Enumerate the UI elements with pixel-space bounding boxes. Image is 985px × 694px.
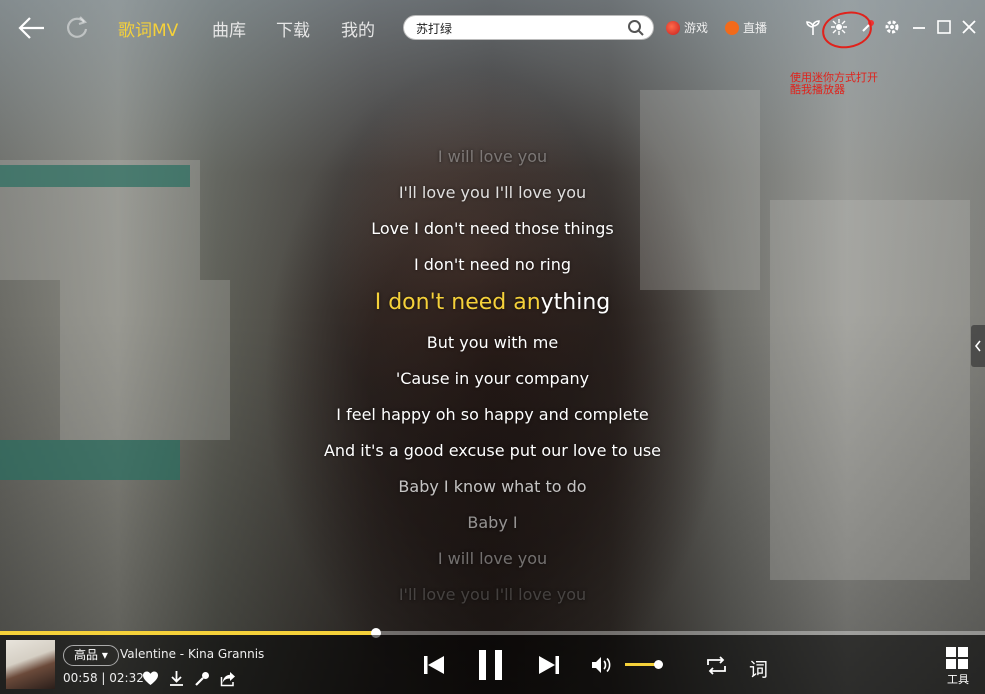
share-icon[interactable] xyxy=(220,670,237,687)
game-icon xyxy=(666,20,680,35)
tools-button[interactable]: 工具 xyxy=(946,647,970,687)
live-icon xyxy=(725,20,739,35)
side-panel-toggle[interactable] xyxy=(971,325,985,367)
tools-grid-icon xyxy=(946,647,968,669)
maximize-icon[interactable] xyxy=(935,18,953,36)
next-track-icon[interactable] xyxy=(538,654,560,676)
lyric-line: But you with me xyxy=(426,333,559,352)
live-label: 直播 xyxy=(743,21,768,35)
repeat-mode-icon[interactable] xyxy=(705,656,728,675)
player-bar: 高品 ▾ Valentine - Kina Grannis 00:58 | 02… xyxy=(0,635,985,694)
lyric-line: And it's a good excuse put our love to u… xyxy=(323,441,662,460)
tab-library[interactable]: 曲库 xyxy=(212,16,246,41)
lyric-unsung-part: ything xyxy=(540,290,611,315)
sprout-icon[interactable] xyxy=(804,18,822,36)
lyric-sung-part: I don't need an xyxy=(374,290,541,315)
lyric-line: Love I don't need those things xyxy=(371,219,614,238)
pause-icon[interactable] xyxy=(477,649,505,681)
minimize-icon[interactable] xyxy=(910,18,928,36)
volume-slider[interactable] xyxy=(625,660,664,669)
lyrics-toggle-button[interactable]: 词 xyxy=(749,655,768,682)
elapsed-time: 00:58 xyxy=(63,671,98,685)
time-display: 00:58 | 02:32 xyxy=(63,671,144,685)
volume-icon[interactable] xyxy=(591,656,615,674)
volume-fill xyxy=(625,663,659,666)
back-arrow-icon[interactable] xyxy=(16,14,46,42)
search-input[interactable] xyxy=(416,19,616,37)
quality-dropdown[interactable]: 高品 ▾ xyxy=(63,645,119,666)
tab-lyrics-mv[interactable]: 歌词MV xyxy=(118,16,178,41)
lyric-line: I'll love you I'll love you xyxy=(398,183,587,202)
download-icon[interactable] xyxy=(168,670,185,687)
chevron-left-icon xyxy=(974,340,981,352)
total-time: 02:32 xyxy=(109,671,144,685)
tab-mine[interactable]: 我的 xyxy=(341,16,375,41)
album-cover[interactable] xyxy=(6,640,55,689)
volume-knob[interactable] xyxy=(654,660,664,669)
lyric-current-line: I don't need anything xyxy=(0,290,985,315)
settings-gear-icon[interactable] xyxy=(883,18,901,36)
refresh-icon[interactable] xyxy=(64,14,90,40)
lyric-line: I'll love you I'll love you xyxy=(398,585,587,604)
close-icon[interactable] xyxy=(960,18,978,36)
lyric-line: I will love you xyxy=(437,549,548,568)
tab-download[interactable]: 下载 xyxy=(276,16,310,41)
lyric-line: Baby I xyxy=(467,513,518,532)
annotation-note: 使用迷你方式打开酷我播放器 xyxy=(790,71,878,96)
search-icon[interactable] xyxy=(627,19,645,37)
previous-track-icon[interactable] xyxy=(423,654,445,676)
song-title[interactable]: Valentine - Kina Grannis xyxy=(120,647,264,661)
karaoke-mic-icon[interactable] xyxy=(194,670,211,687)
game-link[interactable]: 游戏 xyxy=(666,19,708,36)
game-label: 游戏 xyxy=(684,21,709,35)
heart-icon[interactable] xyxy=(142,670,159,687)
lyric-line: Baby I know what to do xyxy=(398,477,587,496)
lyric-line: 'Cause in your company xyxy=(395,369,590,388)
lyric-line: I feel happy oh so happy and complete xyxy=(336,405,649,424)
search-box xyxy=(403,15,654,40)
tools-label: 工具 xyxy=(947,673,969,686)
quality-label: 高品 xyxy=(74,648,99,662)
live-link[interactable]: 直播 xyxy=(725,19,767,36)
lyric-line: I will love you xyxy=(437,147,548,166)
lyric-line: I don't need no ring xyxy=(413,255,572,274)
